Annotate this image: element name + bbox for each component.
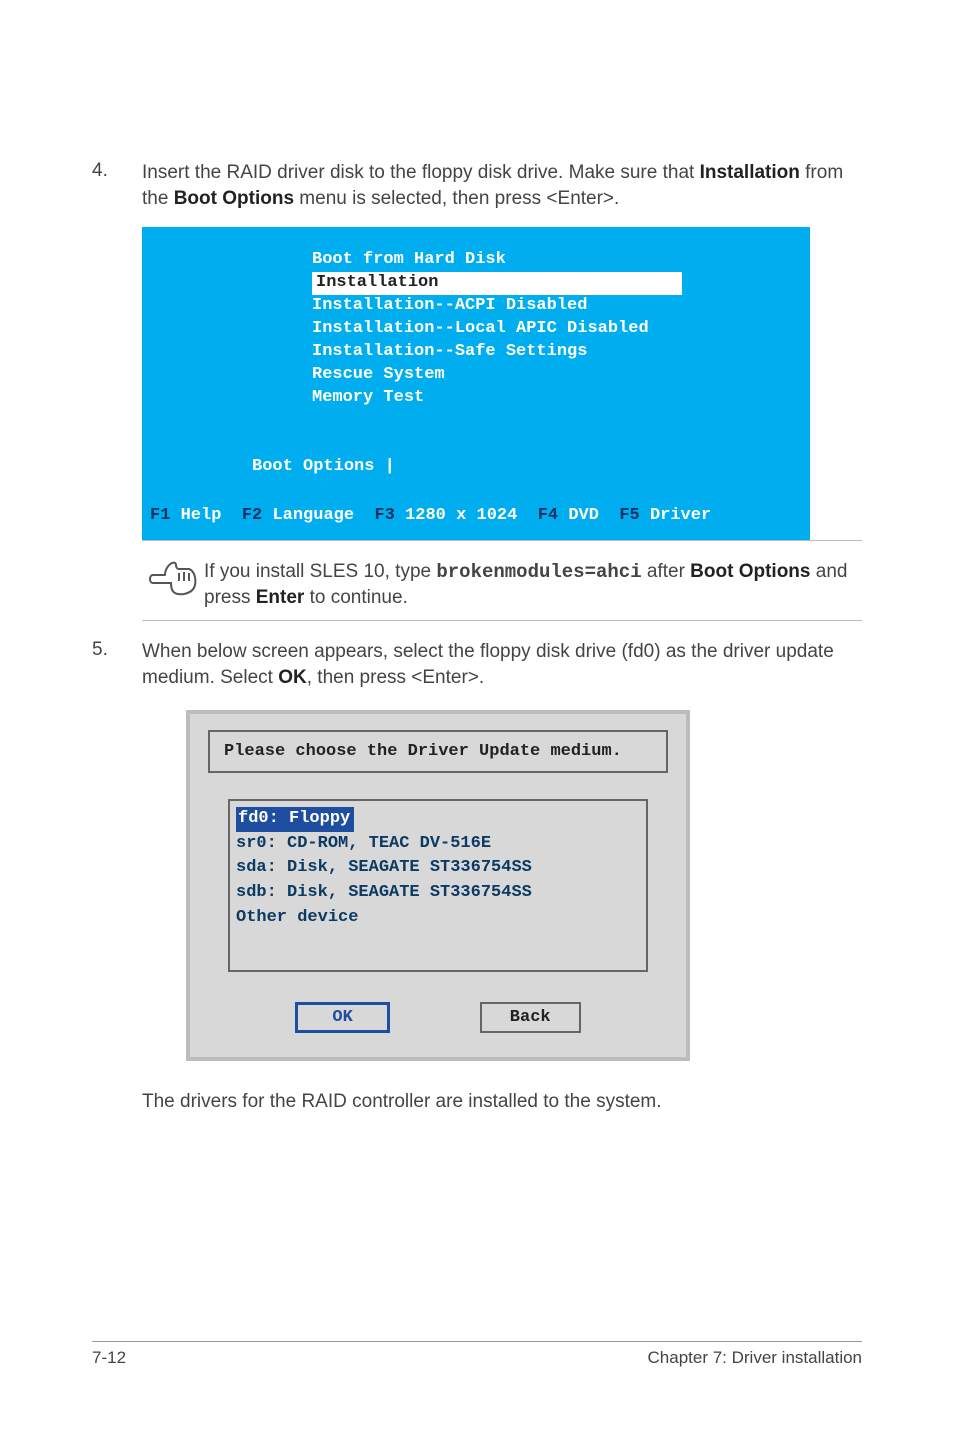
fkey-f3-label: 1280 x 1024 (405, 506, 517, 525)
note-icon-cell (142, 559, 204, 602)
note-t2: after (642, 561, 691, 582)
step-4-bold-b: Boot Options (174, 188, 294, 209)
fkey-f5[interactable]: F5 (619, 506, 639, 525)
fkey-f4-label: DVD (568, 506, 599, 525)
boot-screen: Boot from Hard Disk Installation Install… (142, 227, 810, 539)
note-t1: If you install SLES 10, type (204, 561, 436, 582)
note-b2: Enter (256, 587, 305, 608)
fkey-f1[interactable]: F1 (150, 506, 170, 525)
step-4: 4. Insert the RAID driver disk to the fl… (92, 160, 862, 211)
step-4-text-a: Insert the RAID driver disk to the flopp… (142, 162, 700, 183)
boot-item-installation-selected[interactable]: Installation (312, 272, 810, 295)
fkey-f1-label: Help (181, 506, 222, 525)
step-5-text-a: When below screen appears, select the fl… (142, 641, 834, 688)
boot-item-installation-label: Installation (312, 272, 682, 295)
device-fd0-label: fd0: Floppy (236, 807, 354, 832)
driver-update-dialog: Please choose the Driver Update medium. … (186, 710, 690, 1061)
fkey-f5-label: Driver (650, 506, 711, 525)
boot-fkeys: F1 Help F2 Language F3 1280 x 1024 F4 DV… (150, 505, 810, 528)
footer-chapter: Chapter 7: Driver installation (648, 1348, 862, 1368)
ok-button[interactable]: OK (295, 1002, 389, 1033)
note-text: If you install SLES 10, type brokenmodul… (204, 559, 862, 612)
step-5-bold-a: OK (278, 667, 307, 688)
driver-update-dialog-wrapper: Please choose the Driver Update medium. … (186, 710, 862, 1061)
back-button[interactable]: Back (480, 1002, 581, 1033)
page-footer: 7-12 Chapter 7: Driver installation (92, 1341, 862, 1368)
note-block: If you install SLES 10, type brokenmodul… (142, 540, 862, 621)
step-5-number: 5. (92, 639, 142, 690)
device-sr0[interactable]: sr0: CD-ROM, TEAC DV-516E (236, 832, 640, 857)
step-4-number: 4. (92, 160, 142, 211)
note-t4: to continue. (304, 587, 408, 608)
step-4-body: Insert the RAID driver disk to the flopp… (142, 160, 862, 211)
boot-menu: Boot from Hard Disk Installation Install… (312, 249, 810, 410)
note-b1: Boot Options (690, 561, 810, 582)
step-4-bold-a: Installation (700, 162, 800, 183)
boot-item-hard-disk[interactable]: Boot from Hard Disk (312, 249, 810, 272)
boot-item-rescue-system[interactable]: Rescue System (312, 364, 810, 387)
closing-text: The drivers for the RAID controller are … (142, 1091, 862, 1113)
fkey-f2-label: Language (272, 506, 354, 525)
device-sdb[interactable]: sdb: Disk, SEAGATE ST336754SS (236, 881, 640, 906)
boot-item-memory-test[interactable]: Memory Test (312, 387, 810, 410)
note-code: brokenmodules=ahci (436, 561, 641, 583)
step-5: 5. When below screen appears, select the… (92, 639, 862, 690)
pointing-hand-icon (149, 561, 197, 597)
boot-item-local-apic-disabled[interactable]: Installation--Local APIC Disabled (312, 318, 810, 341)
dialog-buttons: OK Back (208, 1002, 668, 1033)
boot-options-field[interactable]: Boot Options | (252, 456, 810, 479)
step-5-body: When below screen appears, select the fl… (142, 639, 862, 690)
fkey-f4[interactable]: F4 (538, 506, 558, 525)
dialog-device-list[interactable]: fd0: Floppy sr0: CD-ROM, TEAC DV-516E sd… (228, 799, 648, 972)
fkey-f2[interactable]: F2 (242, 506, 262, 525)
dialog-title: Please choose the Driver Update medium. (208, 730, 668, 773)
device-fd0-selected[interactable]: fd0: Floppy (236, 807, 640, 832)
boot-item-acpi-disabled[interactable]: Installation--ACPI Disabled (312, 295, 810, 318)
device-sda[interactable]: sda: Disk, SEAGATE ST336754SS (236, 856, 640, 881)
step-5-text-b: , then press <Enter>. (307, 667, 484, 688)
boot-screen-wrapper: Boot from Hard Disk Installation Install… (142, 227, 862, 539)
fkey-f3[interactable]: F3 (374, 506, 394, 525)
boot-item-safe-settings[interactable]: Installation--Safe Settings (312, 341, 810, 364)
device-other[interactable]: Other device (236, 906, 640, 931)
step-4-text-c: menu is selected, then press <Enter>. (294, 188, 619, 209)
footer-page-number: 7-12 (92, 1348, 126, 1368)
